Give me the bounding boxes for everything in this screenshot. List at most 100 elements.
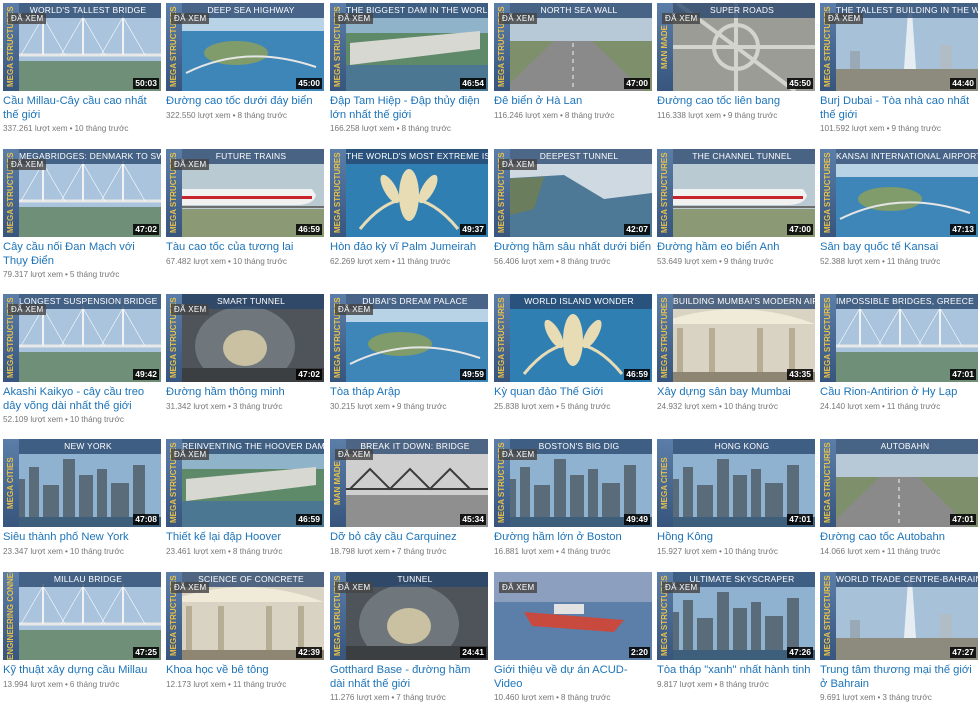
video-title-link[interactable]: Hồng Kông: [657, 531, 815, 545]
video-card[interactable]: THE CHANNEL TUNNEL MEGA STRUCTURES 47:00 Đư…: [657, 149, 815, 267]
series-brand-logo: MEGA STRUCTURES: [494, 294, 510, 382]
video-card[interactable]: SMART TUNNEL MEGA STRUCTURES ĐÃ XEM 47:02 Đư…: [166, 294, 324, 412]
video-card[interactable]: SUPER ROADS MAN MADE ĐÃ XEM 45:50 Đường cao …: [657, 3, 815, 121]
video-title-link[interactable]: Kỳ quan đảo Thế Giới: [494, 386, 652, 400]
video-thumbnail[interactable]: FUTURE TRAINS MEGA STRUCTURES ĐÃ XEM 46:59: [166, 149, 324, 237]
video-thumbnail[interactable]: THE WORLD'S MOST EXTREME ISLANDMEGA STRU…: [330, 149, 488, 237]
video-title-link[interactable]: Giới thiệu về dự án ACUD-Video: [494, 664, 652, 691]
video-title-link[interactable]: Xây dựng sân bay Mumbai: [657, 386, 815, 400]
separator-dot: •: [228, 679, 231, 689]
video-thumbnail[interactable]: DUBAI'S DREAM PALACE MEGA STRUCTURES ĐÃ XE…: [330, 294, 488, 382]
video-thumbnail[interactable]: BOSTON'S BIG DIG MEGA STRUCTURES ĐÃ XEM 49:…: [494, 439, 652, 527]
video-title-link[interactable]: Đường cao tốc dưới đáy biển: [166, 95, 324, 109]
video-title-link[interactable]: Cầu Millau-Cây cầu cao nhất thế giới: [3, 95, 161, 122]
video-meta: 25.838 lượt xem • 5 tháng trước: [494, 401, 652, 412]
video-thumbnail[interactable]: SMART TUNNEL MEGA STRUCTURES ĐÃ XEM 47:02: [166, 294, 324, 382]
video-card[interactable]: THE BIGGEST DAM IN THE WORLD MEGA STRUCTU…: [330, 3, 488, 134]
video-card[interactable]: BUILDING MUMBAI'S MODERN AIRPORTMEGA STR…: [657, 294, 815, 412]
video-card[interactable]: ĐÃ XEM 2:20 Giới thiệu về dự án ACUD-Video…: [494, 572, 652, 703]
view-count: 52.388 lượt xem: [820, 256, 881, 266]
video-title-link[interactable]: Đê biển ở Hà Lan: [494, 95, 652, 109]
video-title-link[interactable]: Khoa học về bê tông: [166, 664, 324, 678]
video-card[interactable]: WORLD TRADE CENTRE-BAHRAIN MEGA STRUCTURE…: [820, 572, 978, 703]
video-thumbnail[interactable]: BUILDING MUMBAI'S MODERN AIRPORTMEGA STR…: [657, 294, 815, 382]
video-title-link[interactable]: Kỹ thuật xây dựng cầu Millau: [3, 664, 161, 678]
video-title-link[interactable]: Đường hầm lớn ở Boston: [494, 531, 652, 545]
video-title-link[interactable]: Trung tâm thương mại thế giới ở Bahrain: [820, 664, 978, 691]
video-card[interactable]: BOSTON'S BIG DIG MEGA STRUCTURES ĐÃ XEM 49:…: [494, 439, 652, 557]
video-thumbnail[interactable]: REINVENTING THE HOOVER DAM MEGA STRUCTURE…: [166, 439, 324, 527]
video-card[interactable]: KANSAI INTERNATIONAL AIRPORT MEGA STRUCTU…: [820, 149, 978, 267]
video-thumbnail[interactable]: IMPOSSIBLE BRIDGES, GREECE MEGA STRUCTURE…: [820, 294, 978, 382]
video-thumbnail[interactable]: AUTOBAHN MEGA STRUCTURES 47:01: [820, 439, 978, 527]
video-thumbnail[interactable]: WORLD TRADE CENTRE-BAHRAIN MEGA STRUCTURE…: [820, 572, 978, 660]
video-title-link[interactable]: Đập Tam Hiệp - Đập thủy điện lớn nhất th…: [330, 95, 488, 122]
video-card[interactable]: HONG KONG MEGA CITIES 47:01 Hồng Kông 15.927…: [657, 439, 815, 557]
video-card[interactable]: MILLAU BRIDGE ENGINEERING CONNECTIONS 47:2…: [3, 572, 161, 690]
video-thumbnail[interactable]: SUPER ROADS MAN MADE ĐÃ XEM 45:50: [657, 3, 815, 91]
video-title-link[interactable]: Cầu Rion-Antirion ở Hy Lạp: [820, 386, 978, 400]
video-meta: 23.347 lượt xem • 10 tháng trước: [3, 546, 161, 557]
video-thumbnail[interactable]: BREAK IT DOWN: BRIDGE MAN MADE ĐÃ XEM 45:34: [330, 439, 488, 527]
video-card[interactable]: DUBAI'S DREAM PALACE MEGA STRUCTURES ĐÃ XE…: [330, 294, 488, 412]
video-card[interactable]: NEW YORK MEGA CITIES 47:08 Siêu thành phố N…: [3, 439, 161, 557]
video-thumbnail[interactable]: LONGEST SUSPENSION BRIDGE MEGA STRUCTURES…: [3, 294, 161, 382]
video-meta: 11.276 lượt xem • 7 tháng trước: [330, 692, 488, 703]
video-card[interactable]: THE WORLD'S MOST EXTREME ISLANDMEGA STRU…: [330, 149, 488, 267]
video-card[interactable]: LONGEST SUSPENSION BRIDGE MEGA STRUCTURES…: [3, 294, 161, 425]
video-title-link[interactable]: Akashi Kaikyo - cây cầu treo dây võng dà…: [3, 386, 161, 413]
video-thumbnail[interactable]: MILLAU BRIDGE ENGINEERING CONNECTIONS 47:2…: [3, 572, 161, 660]
video-card[interactable]: MEGABRIDGES: DENMARK TO SWEDENMEGA STRUC…: [3, 149, 161, 280]
video-title-link[interactable]: Tàu cao tốc của tương lai: [166, 241, 324, 255]
video-card[interactable]: FUTURE TRAINS MEGA STRUCTURES ĐÃ XEM 46:59 T…: [166, 149, 324, 267]
video-thumbnail[interactable]: NORTH SEA WALL MEGA STRUCTURES ĐÃ XEM 47:00: [494, 3, 652, 91]
video-title-link[interactable]: Hòn đảo kỳ vĩ Palm Jumeirah: [330, 241, 488, 255]
video-duration: 50:03: [133, 78, 159, 89]
video-card[interactable]: DEEPEST TUNNEL MEGA STRUCTURES ĐÃ XEM 42:07…: [494, 149, 652, 267]
video-title-link[interactable]: Đường cao tốc Autobahn: [820, 531, 978, 545]
video-thumbnail[interactable]: TUNNEL MEGA STRUCTURES ĐÃ XEM 24:41: [330, 572, 488, 660]
video-card[interactable]: AUTOBAHN MEGA STRUCTURES 47:01 Đường cao tố…: [820, 439, 978, 557]
video-card[interactable]: ULTIMATE SKYSCRAPER MEGA STRUCTURES ĐÃ XEM…: [657, 572, 815, 690]
video-thumbnail[interactable]: THE TALLEST BUILDING IN THE WORLDMEGA ST…: [820, 3, 978, 91]
video-card[interactable]: SCIENCE OF CONCRETE MEGA STRUCTURES ĐÃ XEM…: [166, 572, 324, 690]
video-thumbnail[interactable]: ĐÃ XEM 2:20: [494, 572, 652, 660]
video-title-link[interactable]: Siêu thành phố New York: [3, 531, 161, 545]
video-title-link[interactable]: Cây cầu nối Đan Mạch với Thụy Điển: [3, 241, 161, 268]
video-title-link[interactable]: Tòa tháp "xanh" nhất hành tinh: [657, 664, 815, 678]
video-thumbnail[interactable]: THE BIGGEST DAM IN THE WORLD MEGA STRUCTU…: [330, 3, 488, 91]
video-thumbnail[interactable]: MEGABRIDGES: DENMARK TO SWEDENMEGA STRUC…: [3, 149, 161, 237]
video-meta: 12.173 lượt xem • 11 tháng trước: [166, 679, 324, 690]
video-title-link[interactable]: Thiết kế lại đập Hoover: [166, 531, 324, 545]
video-title-link[interactable]: Đường hầm sâu nhất dưới biển: [494, 241, 652, 255]
video-thumbnail[interactable]: DEEPEST TUNNEL MEGA STRUCTURES ĐÃ XEM 42:07: [494, 149, 652, 237]
video-title-link[interactable]: Burj Dubai - Tòa nhà cao nhất thế giới: [820, 95, 978, 122]
video-title-link[interactable]: Gotthard Base - đường hầm dài nhất thế g…: [330, 664, 488, 691]
video-thumbnail[interactable]: NEW YORK MEGA CITIES 47:08: [3, 439, 161, 527]
video-title-link[interactable]: Dỡ bỏ cây cầu Carquinez: [330, 531, 488, 545]
video-thumbnail[interactable]: KANSAI INTERNATIONAL AIRPORT MEGA STRUCTU…: [820, 149, 978, 237]
video-title-link[interactable]: Đường cao tốc liên bang: [657, 95, 815, 109]
video-card[interactable]: TUNNEL MEGA STRUCTURES ĐÃ XEM 24:41 Gotthard…: [330, 572, 488, 703]
video-card[interactable]: IMPOSSIBLE BRIDGES, GREECE MEGA STRUCTURE…: [820, 294, 978, 412]
separator-dot: •: [228, 401, 231, 411]
video-title-link[interactable]: Tòa tháp Arập: [330, 386, 488, 400]
video-title-link[interactable]: Đường hầm thông minh: [166, 386, 324, 400]
video-card[interactable]: WORLD ISLAND WONDER MEGA STRUCTURES 46:59 K…: [494, 294, 652, 412]
video-card[interactable]: WORLD'S TALLEST BRIDGE MEGA STRUCTURES ĐÃ …: [3, 3, 161, 134]
video-duration: 46:59: [296, 514, 322, 525]
video-thumbnail[interactable]: HONG KONG MEGA CITIES 47:01: [657, 439, 815, 527]
video-thumbnail[interactable]: ULTIMATE SKYSCRAPER MEGA STRUCTURES ĐÃ XEM…: [657, 572, 815, 660]
video-card[interactable]: THE TALLEST BUILDING IN THE WORLDMEGA ST…: [820, 3, 978, 134]
video-card[interactable]: BREAK IT DOWN: BRIDGE MAN MADE ĐÃ XEM 45:34…: [330, 439, 488, 557]
video-card[interactable]: REINVENTING THE HOOVER DAM MEGA STRUCTURE…: [166, 439, 324, 557]
video-card[interactable]: NORTH SEA WALL MEGA STRUCTURES ĐÃ XEM 47:00…: [494, 3, 652, 121]
video-thumbnail[interactable]: DEEP SEA HIGHWAY MEGA STRUCTURES ĐÃ XEM 45:…: [166, 3, 324, 91]
video-thumbnail[interactable]: WORLD'S TALLEST BRIDGE MEGA STRUCTURES ĐÃ …: [3, 3, 161, 91]
video-title-link[interactable]: Sân bay quốc tế Kansai: [820, 241, 978, 255]
video-title-link[interactable]: Đường hầm eo biển Anh: [657, 241, 815, 255]
video-thumbnail[interactable]: THE CHANNEL TUNNEL MEGA STRUCTURES 47:00: [657, 149, 815, 237]
video-thumbnail[interactable]: WORLD ISLAND WONDER MEGA STRUCTURES 46:59: [494, 294, 652, 382]
video-thumbnail[interactable]: SCIENCE OF CONCRETE MEGA STRUCTURES ĐÃ XEM…: [166, 572, 324, 660]
video-card[interactable]: DEEP SEA HIGHWAY MEGA STRUCTURES ĐÃ XEM 45:…: [166, 3, 324, 121]
